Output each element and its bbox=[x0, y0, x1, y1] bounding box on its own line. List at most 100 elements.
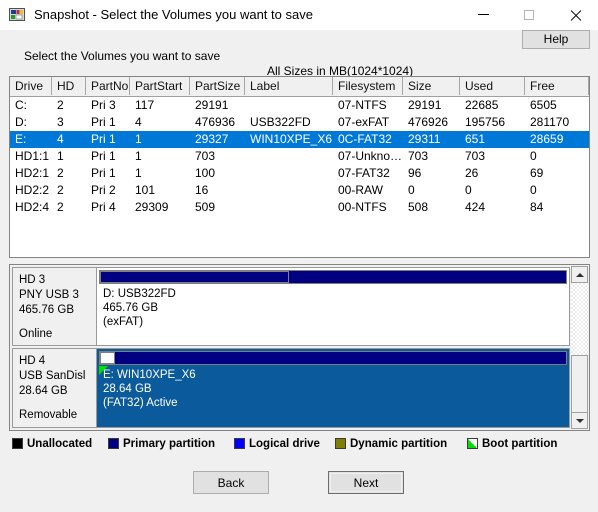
table-row[interactable]: HD1:1 1 Pri 1 1 703 07-Unkno… 703 703 0 bbox=[10, 148, 589, 165]
cell-free: 28659 bbox=[530, 132, 564, 146]
disk-info: HD 4 USB SanDisl 28.64 GB Removable bbox=[12, 348, 97, 428]
cell-size: 476926 bbox=[408, 115, 449, 129]
legend-item: Logical drive bbox=[234, 437, 320, 453]
column-header-filesystem[interactable]: Filesystem bbox=[333, 77, 403, 95]
column-header-size[interactable]: Size bbox=[403, 77, 460, 95]
cell-partno: Pri 1 bbox=[91, 149, 116, 163]
partition-detail-line: (FAT32) Active bbox=[103, 397, 178, 409]
disk-map-panel[interactable]: HD 3 PNY USB 3 465.76 GB Online D: USB322FD 4… bbox=[9, 264, 590, 431]
partition-detail-line: 465.76 GB bbox=[103, 302, 158, 314]
next-button[interactable]: Next bbox=[328, 471, 404, 494]
column-header-partstart[interactable]: PartStart bbox=[130, 77, 190, 95]
cell-size: 703 bbox=[408, 149, 429, 163]
disk-row[interactable]: HD 4 USB SanDisl 28.64 GB Removable E: WIN… bbox=[12, 348, 570, 428]
close-button[interactable] bbox=[552, 0, 598, 30]
cell-partstart: 117 bbox=[135, 98, 155, 112]
volumes-table[interactable]: Drive HD PartNo PartStart PartSize Label Files… bbox=[9, 76, 590, 258]
cell-used: 424 bbox=[465, 200, 486, 214]
table-body[interactable]: C: 2 Pri 3 117 29191 07-NTFS 29191 22685 6505 D: 3… bbox=[10, 97, 589, 257]
column-header-drive[interactable]: Drive bbox=[10, 77, 52, 95]
scrollbar-track[interactable] bbox=[571, 283, 588, 428]
cell-label: WIN10XPE_X6 bbox=[250, 132, 333, 146]
table-row[interactable]: D: 3 Pri 1 4 476936 USB322FD 07-exFAT 476926 195… bbox=[10, 114, 589, 131]
legend-swatch-icon bbox=[335, 438, 346, 449]
chevron-up-icon bbox=[575, 272, 584, 277]
disk-info: HD 3 PNY USB 3 465.76 GB Online bbox=[12, 267, 97, 346]
minimize-icon bbox=[477, 14, 489, 15]
maximize-button[interactable] bbox=[506, 0, 552, 30]
cell-free: 84 bbox=[530, 200, 544, 214]
cell-filesystem: 0C-FAT32 bbox=[338, 132, 392, 146]
legend-label: Boot partition bbox=[482, 438, 558, 450]
help-bar: Help bbox=[0, 30, 598, 49]
partition-detail-line: E: WIN10XPE_X6 bbox=[103, 369, 196, 381]
partition-details: E: WIN10XPE_X6 28.64 GB (FAT32) Active bbox=[103, 368, 196, 410]
disk-partition-area[interactable]: E: WIN10XPE_X6 28.64 GB (FAT32) Active bbox=[97, 348, 570, 428]
cell-hd: 2 bbox=[57, 98, 64, 112]
table-row[interactable]: HD2:1 2 Pri 1 1 100 07-FAT32 96 26 69 bbox=[10, 165, 589, 182]
legend-item: Boot partition bbox=[467, 437, 557, 453]
column-header-partsize[interactable]: PartSize bbox=[190, 77, 245, 95]
table-header-row: Drive HD PartNo PartStart PartSize Label Files… bbox=[10, 77, 589, 97]
back-button[interactable]: Back bbox=[193, 471, 269, 494]
table-row[interactable]: E: 4 Pri 1 1 29327 WIN10XPE_X6 0C-FAT32 29311 65… bbox=[10, 131, 589, 148]
cell-used: 651 bbox=[465, 132, 486, 146]
legend-swatch-icon bbox=[108, 438, 119, 449]
scroll-up-button[interactable] bbox=[571, 266, 588, 283]
cell-partstart: 101 bbox=[135, 183, 156, 197]
cell-filesystem: 07-NTFS bbox=[338, 98, 387, 112]
cell-partstart: 1 bbox=[135, 166, 142, 180]
chevron-down-icon bbox=[575, 418, 584, 423]
cell-label bbox=[250, 199, 334, 216]
partition-bar[interactable] bbox=[99, 270, 567, 284]
column-header-free[interactable]: Free bbox=[525, 77, 589, 95]
partition-bar[interactable] bbox=[99, 351, 567, 365]
cell-partsize: 29327 bbox=[195, 132, 229, 146]
cell-used: 0 bbox=[465, 183, 472, 197]
column-header-partno[interactable]: PartNo bbox=[86, 77, 130, 95]
app-icon bbox=[9, 6, 26, 23]
cell-partsize: 509 bbox=[195, 200, 216, 214]
partition-segment[interactable] bbox=[100, 352, 115, 364]
cell-partstart: 1 bbox=[135, 132, 142, 146]
cell-partstart: 29309 bbox=[135, 200, 169, 214]
cell-label bbox=[250, 165, 334, 182]
cell-label: USB322FD bbox=[250, 115, 311, 129]
cell-size: 508 bbox=[408, 200, 429, 214]
cell-drive: D: bbox=[15, 115, 27, 129]
minimize-button[interactable] bbox=[460, 0, 506, 30]
partition-segment[interactable] bbox=[114, 352, 566, 364]
table-row[interactable]: HD2:4 2 Pri 4 29309 509 00-NTFS 508 424 84 bbox=[10, 199, 589, 216]
column-header-hd[interactable]: HD bbox=[52, 77, 86, 95]
cell-partno: Pri 4 bbox=[91, 200, 116, 214]
cell-label bbox=[250, 148, 334, 165]
disk-map-scrollbar[interactable] bbox=[571, 266, 588, 429]
scroll-down-button[interactable] bbox=[571, 412, 588, 429]
partition-detail-line: 28.64 GB bbox=[103, 383, 152, 395]
cell-drive: C: bbox=[15, 98, 27, 112]
legend-label: Primary partition bbox=[123, 438, 216, 450]
cell-drive: E: bbox=[15, 132, 27, 146]
column-header-label[interactable]: Label bbox=[245, 77, 333, 95]
cell-used: 703 bbox=[465, 149, 486, 163]
page-title: Select the Volumes you want to save bbox=[24, 49, 221, 63]
cell-free: 69 bbox=[530, 166, 544, 180]
partition-segment[interactable] bbox=[100, 271, 289, 283]
legend-item: Unallocated bbox=[12, 437, 92, 453]
cell-size: 29311 bbox=[408, 132, 441, 146]
help-button[interactable]: Help bbox=[522, 30, 590, 49]
legend-label: Logical drive bbox=[249, 438, 320, 450]
cell-drive: HD2:4 bbox=[15, 200, 50, 214]
table-row[interactable]: HD2:2 2 Pri 2 101 16 00-RAW 0 0 0 bbox=[10, 182, 589, 199]
table-row[interactable]: C: 2 Pri 3 117 29191 07-NTFS 29191 22685 6505 bbox=[10, 97, 589, 114]
disk-row[interactable]: HD 3 PNY USB 3 465.76 GB Online D: USB322FD 4… bbox=[12, 267, 570, 346]
cell-label bbox=[250, 97, 334, 114]
partition-segment[interactable] bbox=[288, 271, 566, 283]
partition-details: D: USB322FD 465.76 GB (exFAT) bbox=[103, 287, 176, 329]
column-header-used[interactable]: Used bbox=[460, 77, 525, 95]
cell-partsize: 703 bbox=[195, 149, 216, 163]
cell-hd: 4 bbox=[57, 132, 64, 146]
cell-drive: HD1:1 bbox=[15, 149, 50, 163]
disk-partition-area[interactable]: D: USB322FD 465.76 GB (exFAT) bbox=[97, 267, 570, 346]
